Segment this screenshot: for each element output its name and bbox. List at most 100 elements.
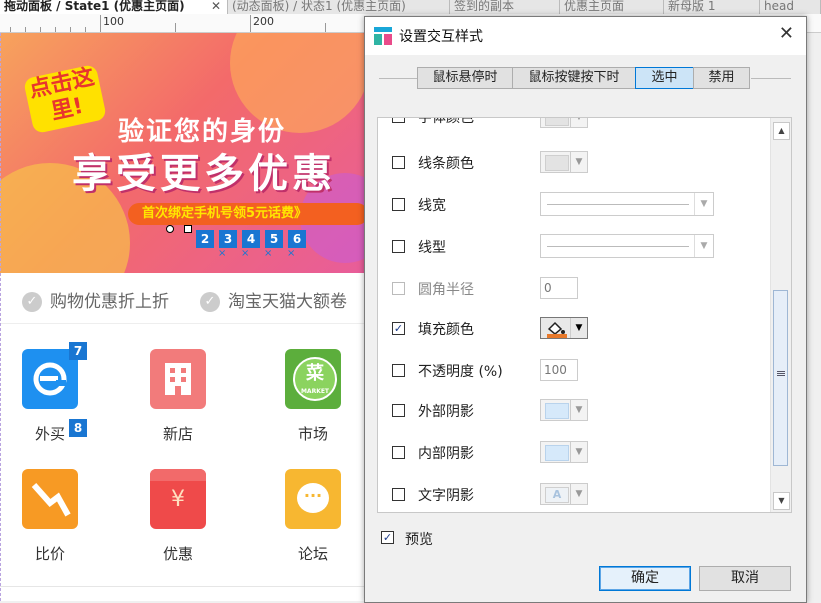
opacity-checkbox[interactable]: [392, 364, 405, 377]
line-style-dropdown[interactable]: ▼: [540, 234, 714, 258]
trend-down-icon: [31, 483, 71, 517]
opacity-input[interactable]: 100: [540, 359, 578, 381]
app-coupon[interactable]: ¥ 优惠: [148, 469, 208, 564]
app-compare[interactable]: 比价: [20, 469, 80, 564]
paint-bucket-icon: [547, 321, 567, 338]
close-icon[interactable]: ✕: [779, 23, 794, 44]
design-canvas[interactable]: 点击这里! 验证您的身份 享受更多优惠 首次绑定手机号领5元话费》 2 3 4 …: [0, 33, 364, 601]
chat-bubble-icon: ···: [297, 483, 329, 513]
prop-label: 填充颜色: [418, 322, 474, 338]
tab-label: (动态面板) / 状态1 (优惠主页面): [232, 0, 406, 13]
line-width-checkbox[interactable]: [392, 198, 405, 211]
preview-checkbox[interactable]: ✓: [381, 531, 394, 544]
tab-disabled[interactable]: 禁用: [693, 67, 750, 89]
outer-shadow-checkbox[interactable]: [392, 404, 405, 417]
text-shadow-picker[interactable]: A ▼: [540, 483, 588, 505]
prop-inner-shadow: 内部阴影 ▼: [378, 432, 771, 474]
app-label: 论坛: [297, 545, 328, 563]
market-glyph: 菜: [306, 363, 324, 384]
click-here-badge: 点击这里!: [22, 63, 108, 135]
color-swatch: [545, 155, 569, 171]
anchor-x-mark: ×: [241, 248, 250, 259]
prop-line-color: 线条颜色 ▼: [378, 142, 771, 184]
close-tab-icon[interactable]: ✕: [211, 0, 221, 12]
forum-icon: ···: [285, 469, 341, 529]
tab-new-master[interactable]: 新母版 1: [664, 0, 760, 14]
fill-color-picker[interactable]: ▼: [540, 317, 588, 339]
line-preview: [547, 246, 689, 247]
market-sub: MARKET: [300, 388, 330, 395]
app-forum[interactable]: ··· 论坛: [283, 469, 343, 564]
prop-label: 字体颜色: [418, 117, 474, 126]
divider: [751, 78, 791, 79]
ruler-tick: [85, 27, 86, 32]
divider: [0, 586, 364, 587]
yuan-glyph: ¥: [171, 487, 185, 512]
dialog-titlebar: 设置交互样式 ✕: [365, 17, 806, 55]
ruler-tick: [55, 27, 56, 32]
line-style-checkbox[interactable]: [392, 240, 405, 253]
widget-marker: 2: [196, 230, 214, 248]
promo-item: ✓ 淘宝天猫大额卷: [200, 287, 347, 312]
prop-label: 内部阴影: [418, 446, 474, 462]
scroll-up-icon[interactable]: ▲: [773, 122, 790, 140]
resize-handle[interactable]: [184, 225, 192, 233]
widget-marker: 5: [265, 230, 283, 248]
tab-label: head: [764, 0, 794, 13]
tab-selected[interactable]: 选中: [635, 67, 694, 89]
prop-label: 外部阴影: [418, 404, 474, 420]
scroll-down-icon[interactable]: ▼: [773, 492, 790, 510]
chevron-down-icon: ▼: [570, 484, 587, 504]
ruler-tick: [325, 23, 326, 32]
fill-color-checkbox[interactable]: ✓: [392, 322, 405, 335]
line-width-dropdown[interactable]: ▼: [540, 192, 714, 216]
font-color-checkbox[interactable]: [392, 118, 405, 123]
prop-outer-shadow: 外部阴影 ▼: [378, 390, 771, 432]
envelope-flap: [150, 469, 206, 481]
chevron-down-icon: ▼: [570, 400, 587, 420]
line-color-picker[interactable]: ▼: [540, 151, 588, 173]
inner-shadow-checkbox[interactable]: [392, 446, 405, 459]
ruler-tick: [175, 23, 176, 32]
tab-hover[interactable]: 鼠标悬停时: [417, 67, 513, 89]
ruler-label: 100: [103, 15, 124, 28]
line-color-checkbox[interactable]: [392, 156, 405, 169]
app-new-store[interactable]: 新店: [148, 349, 208, 444]
app-market[interactable]: 菜 MARKET 市场: [283, 349, 343, 444]
text-shadow-icon: A: [545, 487, 569, 503]
rotate-handle[interactable]: [166, 225, 174, 233]
prop-corner-radius: 圆角半径 0: [378, 268, 771, 310]
prop-line-width: 线宽 ▼: [378, 184, 771, 226]
chevron-down-icon: ▼: [570, 118, 587, 127]
prop-text-shadow: 文字阴影 A ▼: [378, 474, 771, 512]
properties-scrollbar[interactable]: ▲ ▼: [770, 118, 791, 512]
anchor-x-mark: ×: [218, 248, 227, 259]
ruler-tick: [250, 15, 251, 32]
tab-checkin-copy[interactable]: 签到的副本: [450, 0, 560, 14]
preview-label: 预览: [405, 532, 433, 548]
outer-shadow-picker[interactable]: ▼: [540, 399, 588, 421]
chevron-down-icon: ▼: [570, 152, 587, 172]
ok-button[interactable]: 确定: [599, 566, 691, 591]
tab-head[interactable]: head: [760, 0, 821, 14]
tab-mouse-down[interactable]: 鼠标按键按下时: [512, 67, 636, 89]
promo-banner[interactable]: 点击这里! 验证您的身份 享受更多优惠 首次绑定手机号领5元话费》 2 3 4 …: [0, 33, 364, 273]
market-badge: 菜 MARKET: [293, 357, 337, 401]
cancel-button[interactable]: 取消: [699, 566, 791, 591]
tab-state1[interactable]: 拖动面板 / State1 (优惠主页面) ✕: [0, 0, 228, 14]
dialog-title: 设置交互样式: [399, 29, 483, 45]
font-color-picker[interactable]: ▼: [540, 118, 588, 128]
check-circle-icon: ✓: [200, 292, 220, 312]
corner-radius-input: 0: [540, 277, 578, 299]
tab-dynamic-panel[interactable]: (动态面板) / 状态1 (优惠主页面): [228, 0, 450, 14]
coupon-icon: ¥: [150, 469, 206, 529]
tab-label: 优惠主页面: [564, 0, 625, 13]
inner-shadow-picker[interactable]: ▼: [540, 441, 588, 463]
text-shadow-checkbox[interactable]: [392, 488, 405, 501]
building-icon: [165, 363, 191, 395]
chevron-down-icon: ▼: [570, 318, 587, 338]
prop-label: 线条颜色: [418, 156, 474, 172]
prop-label: 不透明度 (%): [418, 364, 503, 380]
tab-coupon-main[interactable]: 优惠主页面: [560, 0, 664, 14]
scroll-thumb[interactable]: [773, 290, 788, 466]
